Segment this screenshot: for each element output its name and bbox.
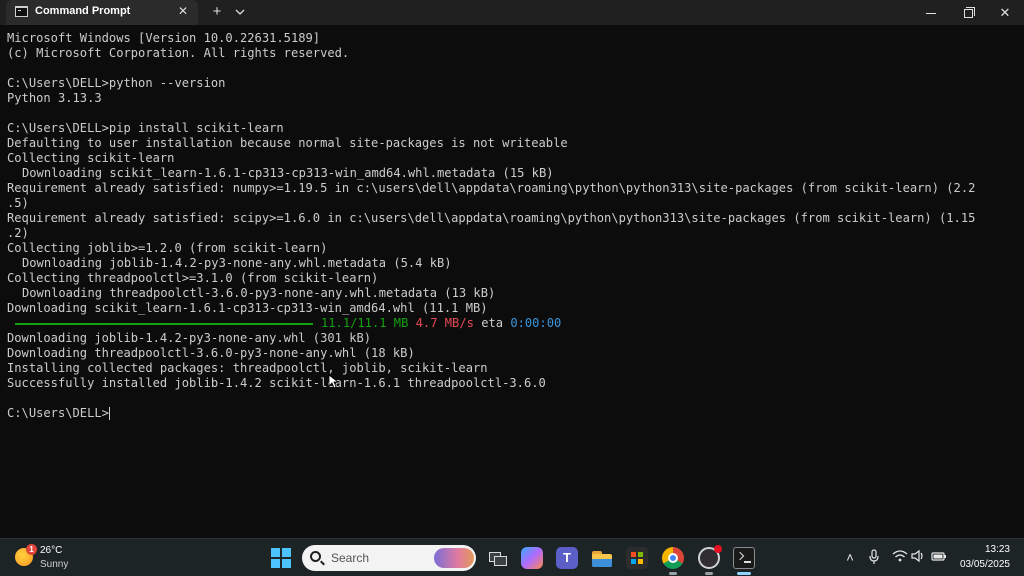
tab-command-prompt[interactable]: Command Prompt ✕: [6, 0, 198, 25]
running-indicator: [669, 572, 677, 575]
start-icon-tile: [282, 548, 291, 557]
title-bar: Command Prompt ✕ + ✕: [0, 0, 1024, 25]
mouse-pointer-icon: [328, 374, 338, 389]
start-button[interactable]: [271, 548, 291, 568]
terminal-icon[interactable]: [733, 547, 755, 569]
terminal-line: C:\Users\DELL>pip install scikit-learn: [7, 121, 284, 135]
close-tab-icon[interactable]: ✕: [176, 3, 190, 19]
recording-dot: [714, 545, 722, 553]
notification-badge: 1: [26, 544, 37, 555]
progress-size: 11.1/11.1 MB: [321, 316, 409, 330]
terminal-line: Requirement already satisfied: scipy>=1.…: [7, 211, 976, 225]
search-placeholder: Search: [331, 551, 370, 565]
file-explorer-icon[interactable]: [591, 547, 613, 569]
store-icon[interactable]: [626, 547, 648, 569]
running-indicator: [705, 572, 713, 575]
terminal-line: Collecting scikit-learn: [7, 151, 175, 165]
prompt-line[interactable]: C:\Users\DELL>: [7, 406, 110, 421]
terminal-line: .5): [7, 196, 29, 210]
battery-icon[interactable]: [931, 549, 947, 567]
terminal-line: .2): [7, 226, 29, 240]
obs-icon[interactable]: [698, 545, 722, 569]
terminal-line: Collecting threadpoolctl>=3.1.0 (from sc…: [7, 271, 379, 285]
store-tile: [631, 552, 636, 557]
new-tab-button[interactable]: +: [209, 3, 225, 21]
tab-title: Command Prompt: [35, 5, 131, 17]
search-icon: [310, 551, 321, 562]
wifi-icon[interactable]: [892, 549, 908, 567]
chrome-icon[interactable]: [662, 547, 684, 569]
eta-value: 0:00:00: [510, 316, 562, 330]
progress-line: 11.1/11.1 MB 4.7 MB/s eta 0:00:00: [0, 316, 561, 331]
prompt-text: C:\Users\DELL>: [7, 406, 109, 420]
start-icon-tile: [271, 559, 280, 568]
terminal-line: Downloading scikit_learn-1.6.1-cp313-cp3…: [7, 166, 554, 181]
terminal-line: Requirement already satisfied: numpy>=1.…: [7, 181, 976, 195]
terminal-line: Downloading scikit_learn-1.6.1-cp313-cp3…: [7, 301, 488, 315]
terminal-line: Downloading joblib-1.4.2-py3-none-any.wh…: [7, 256, 452, 271]
task-view-icon-front: [494, 556, 507, 566]
search-highlight-image: [434, 548, 474, 568]
terminal-output[interactable]: Microsoft Windows [Version 10.0.22631.51…: [0, 25, 1024, 538]
volume-icon[interactable]: [910, 549, 926, 567]
terminal-line: Downloading joblib-1.4.2-py3-none-any.wh…: [7, 331, 372, 345]
maximize-button[interactable]: [950, 0, 986, 25]
terminal-line: Downloading threadpoolctl-3.6.0-py3-none…: [7, 346, 415, 360]
eta-label: eta: [481, 316, 504, 330]
active-indicator: [737, 572, 751, 575]
copilot-icon[interactable]: [521, 547, 543, 569]
terminal-line: (c) Microsoft Corporation. All rights re…: [7, 46, 350, 60]
minimize-button[interactable]: [913, 0, 949, 25]
restore-icon: [963, 7, 975, 19]
tray-chevron-up-icon[interactable]: ˄: [842, 549, 858, 567]
start-icon: [271, 548, 280, 557]
progress-bar: [15, 322, 313, 325]
terminal-line: Microsoft Windows [Version 10.0.22631.51…: [7, 31, 321, 45]
folder-front: [592, 559, 612, 567]
weather-condition: Sunny: [40, 559, 69, 570]
text-cursor: [108, 407, 110, 420]
terminal-line: Downloading threadpoolctl-3.6.0-py3-none…: [7, 286, 495, 301]
chevron-down-icon[interactable]: [233, 5, 247, 19]
terminal-line-text: Downloading threadpoolctl-3.6.0-py3-none…: [22, 286, 496, 300]
clock-time[interactable]: 13:23: [968, 544, 1010, 555]
cmd-icon: [15, 6, 28, 17]
terminal-line: Collecting joblib>=1.2.0 (from scikit-le…: [7, 241, 328, 255]
terminal-line: Defaulting to user installation because …: [7, 136, 568, 150]
task-view-icon[interactable]: [487, 547, 509, 569]
terminal-line-text: Downloading scikit_learn-1.6.1-cp313-cp3…: [22, 166, 554, 180]
store-tile: [638, 559, 643, 564]
minimize-icon: [926, 13, 936, 15]
terminal-line: Installing collected packages: threadpoo…: [7, 361, 488, 375]
terminal-line: C:\Users\DELL>python --version: [7, 76, 226, 90]
terminal-line-text: Downloading joblib-1.4.2-py3-none-any.wh…: [22, 256, 452, 270]
teams-icon[interactable]: T: [556, 547, 578, 569]
store-tile: [638, 552, 643, 557]
weather-temperature: 26°C: [40, 545, 63, 556]
taskbar: 1 26°C Sunny Search T ˄ 13:23 03/05/2025: [0, 538, 1024, 576]
start-icon-tile: [282, 559, 291, 568]
terminal-line: Python 3.13.3: [7, 91, 102, 105]
close-window-button[interactable]: ✕: [987, 0, 1023, 25]
microphone-icon[interactable]: [866, 549, 882, 567]
progress-speed: 4.7 MB/s: [415, 316, 474, 330]
terminal-line: Successfully installed joblib-1.4.2 scik…: [7, 376, 546, 390]
clock-date[interactable]: 03/05/2025: [950, 559, 1010, 570]
taskbar-search[interactable]: Search: [302, 545, 476, 571]
store-tile: [631, 559, 636, 564]
